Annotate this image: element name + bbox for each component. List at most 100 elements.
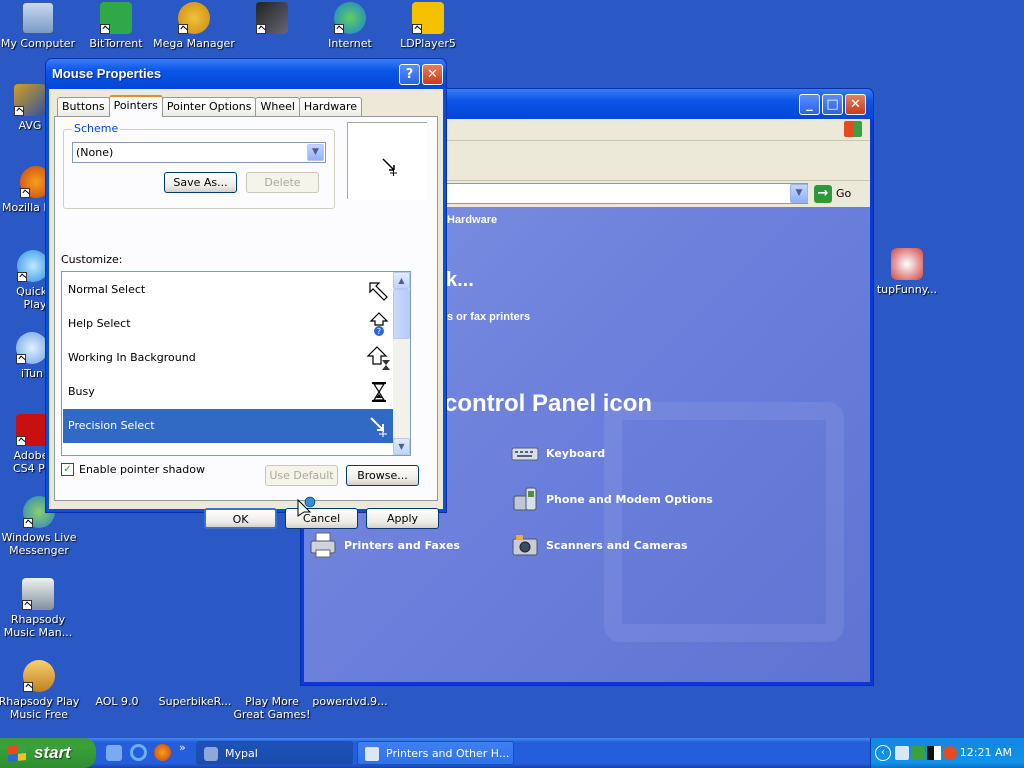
system-tray: ‹ 12:21 AM — [870, 738, 1024, 768]
cp-item-label: Keyboard — [546, 446, 606, 460]
chevron-right-icon[interactable]: » — [179, 741, 186, 754]
network-icon[interactable] — [895, 746, 909, 760]
close-button[interactable]: ✕ — [422, 64, 443, 85]
phone-modem-item[interactable]: Phone and Modem Options — [510, 484, 713, 514]
desktop-icon-internet-download[interactable]: Internet Downlo — [308, 2, 392, 51]
tab-buttons[interactable]: Buttons — [57, 97, 110, 117]
list-item[interactable]: Normal Select — [63, 273, 397, 307]
cp-item-label: Phone and Modem Options — [546, 492, 713, 506]
desktop-icon-superbike[interactable]: SuperbikeR... — [153, 695, 237, 708]
scanners-cameras-item[interactable]: Scanners and Cameras — [510, 530, 688, 560]
scroll-thumb[interactable] — [393, 289, 410, 339]
apply-button[interactable]: Apply — [366, 508, 439, 529]
pointer-label: Normal Select — [68, 283, 146, 296]
adobe-icon — [16, 414, 48, 446]
internet-explorer-icon[interactable] — [130, 744, 147, 761]
scheme-group: Scheme (None) ▼ Save As... Delete — [63, 122, 335, 209]
scheme-dropdown[interactable]: (None) ▼ — [72, 142, 326, 163]
desktop-icon-my-computer[interactable]: My Computer — [0, 2, 80, 50]
tab-pointer-options[interactable]: Pointer Options — [161, 97, 257, 117]
close-button[interactable]: ✕ — [845, 94, 866, 115]
desktop-icon-game[interactable] — [230, 2, 314, 37]
printers-faxes-item[interactable]: Printers and Faxes — [308, 530, 460, 560]
list-item[interactable]: Busy — [63, 375, 397, 409]
pointer-preview — [347, 122, 427, 199]
tab-wheel[interactable]: Wheel — [255, 97, 300, 117]
itunes-icon — [16, 332, 48, 364]
pointer-shadow-label[interactable]: Enable pointer shadow — [79, 463, 205, 476]
pointer-shadow-checkbox[interactable]: ✓ — [61, 463, 74, 476]
maximize-button[interactable]: □ — [822, 94, 843, 115]
ok-button[interactable]: OK — [204, 508, 277, 529]
mypal-icon — [204, 747, 218, 761]
pointer-label: Help Select — [68, 317, 131, 330]
go-button[interactable]: → Go — [812, 183, 866, 204]
use-default-button: Use Default — [265, 465, 338, 486]
pointer-label: Precision Select — [68, 419, 155, 432]
minimize-button[interactable]: _ — [799, 94, 820, 115]
flag-icon[interactable] — [927, 746, 941, 760]
list-item[interactable]: Help Select ? — [63, 307, 397, 341]
start-button[interactable]: start — [0, 738, 96, 768]
desktop-icon-label: tupFunny... — [876, 283, 938, 296]
desktop-icon-setup-funny[interactable]: tupFunny... — [862, 248, 952, 296]
tab-strip: Buttons Pointers Pointer Options Wheel H… — [57, 95, 363, 117]
delete-button: Delete — [246, 172, 319, 193]
desktop-icon-label: Internet Downlo — [328, 37, 372, 51]
help-button[interactable]: ? — [399, 64, 420, 85]
desktop-icon-label: Windows Live Messenger — [1, 531, 77, 557]
desktop-icon-bittorrent[interactable]: BitTorrent — [74, 2, 158, 50]
desktop-icon-aol[interactable]: AOL 9.0 — [75, 695, 159, 708]
mouse-properties-dialog: Mouse Properties ? ✕ Buttons Pointers Po… — [45, 58, 447, 529]
taskbar-item-mypal[interactable]: Mypal — [196, 741, 353, 765]
list-scrollbar[interactable]: ▲ ▼ — [393, 272, 410, 455]
desktop-icon-rhapsody-play[interactable]: Rhapsody Play Music Free — [0, 660, 81, 721]
desktop-icon-rhapsody-manager[interactable]: Rhapsody Music Man... — [0, 578, 80, 639]
taskbar: start » Mypal Printers and Other H... ‹ … — [0, 738, 1024, 768]
tray-expand-icon[interactable]: ‹ — [875, 745, 891, 761]
desktop-icon-powerdvd[interactable]: powerdvd.9... — [308, 695, 392, 708]
browse-button[interactable]: Browse... — [346, 465, 419, 486]
rhapsody-icon — [22, 578, 54, 610]
pointer-list[interactable]: Normal Select Help Select ? Working In B… — [61, 271, 411, 456]
arrow-cursor-icon — [369, 282, 388, 301]
desktop-icon-label: Rhapsody Play Music Free — [0, 695, 80, 721]
show-desktop-icon[interactable] — [106, 745, 122, 761]
address-dropdown-button[interactable]: ▼ — [790, 184, 808, 203]
desktop-icon-ldplayer[interactable]: LDPlayer5 — [386, 2, 470, 50]
save-as-button[interactable]: Save As... — [164, 172, 237, 193]
keyboard-item[interactable]: Keyboard — [510, 438, 605, 468]
tab-pointers[interactable]: Pointers — [108, 95, 163, 117]
category-heading: Hardware — [447, 214, 498, 226]
scroll-up-button[interactable]: ▲ — [393, 272, 410, 289]
tab-hardware[interactable]: Hardware — [298, 97, 363, 117]
security-icon[interactable] — [943, 746, 957, 760]
taskbar-item-printers[interactable]: Printers and Other H... — [357, 741, 514, 765]
chevron-down-icon: ▼ — [795, 188, 803, 198]
desktop-icon-label: BitTorrent — [89, 37, 143, 50]
taskbar-item-label: Printers and Other H... — [386, 747, 510, 760]
taskbar-item-label: Mypal — [225, 747, 258, 760]
scheme-value: (None) — [76, 146, 114, 159]
dialog-titlebar[interactable]: Mouse Properties ? ✕ — [46, 59, 446, 89]
mega-manager-icon — [178, 2, 210, 34]
clock[interactable]: 12:21 AM — [960, 738, 1012, 768]
scroll-down-button[interactable]: ▼ — [393, 438, 410, 455]
desktop-icon-label: AOL 9.0 — [95, 695, 139, 708]
desktop-icon-mega-manager[interactable]: Mega Manager — [152, 2, 236, 50]
tray-app-icon[interactable] — [911, 746, 925, 760]
list-item-selected[interactable]: Precision Select — [63, 409, 397, 443]
dialog-title: Mouse Properties — [52, 66, 162, 81]
desktop-icon-play-more-games[interactable]: Play More Great Games! — [230, 695, 314, 721]
mouse-pointer-icon — [297, 496, 316, 517]
cp-item-label: Printers and Faxes — [344, 538, 460, 552]
watermark-graphic — [604, 402, 844, 642]
help-cursor-icon: ? — [369, 312, 389, 336]
list-item[interactable] — [63, 443, 397, 455]
working-cursor-icon — [367, 346, 390, 370]
list-item[interactable]: Working In Background — [63, 341, 397, 375]
go-arrow-icon: → — [814, 184, 832, 203]
chevron-down-icon[interactable]: ▼ — [307, 144, 324, 161]
task-link[interactable]: s or fax printers — [447, 311, 530, 323]
firefox-icon[interactable] — [154, 744, 171, 761]
